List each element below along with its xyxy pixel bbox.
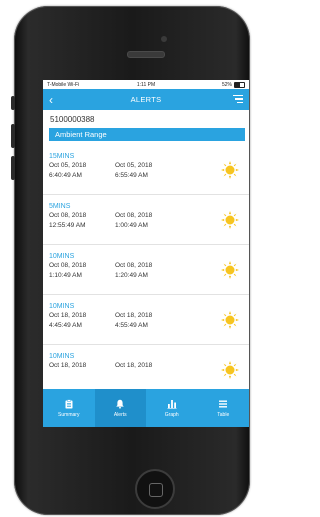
tab-summary[interactable]: Summary: [43, 389, 95, 427]
clock: 1:11 PM: [136, 81, 156, 88]
home-button[interactable]: [135, 469, 175, 509]
alert-end-time: 1:20:49 AM: [115, 272, 148, 279]
sun-icon: [221, 261, 239, 279]
alert-start-date: Oct 18, 2018: [49, 312, 87, 319]
bar-chart-icon: [167, 399, 177, 409]
alert-end-date: Oct 08, 2018: [115, 262, 153, 269]
status-bar: T-Mobile Wi-Fi 1:11 PM 52%: [43, 80, 249, 89]
tab-bar: Summary Alerts Graph Table: [43, 389, 249, 427]
app-screen: T-Mobile Wi-Fi 1:11 PM 52% ‹ ALERTS 5100…: [43, 80, 249, 427]
tab-table[interactable]: Table: [198, 389, 250, 427]
sun-icon: [221, 211, 239, 229]
device-id: 5100000388: [50, 115, 95, 124]
nav-bar: ‹ ALERTS: [43, 89, 249, 110]
volume-down-button: [11, 156, 15, 180]
alert-end-time: 4:55:49 AM: [115, 322, 148, 329]
alert-start-time: 12:55:49 AM: [49, 222, 86, 229]
bell-icon: [116, 399, 125, 409]
alert-duration: 5MINS: [49, 203, 71, 210]
alert-end-time: 6:55:49 AM: [115, 172, 148, 179]
clipboard-icon: [65, 398, 73, 408]
alert-item[interactable]: 10MINS Oct 18, 2018 Oct 18, 2018 4:45:49 …: [43, 295, 249, 345]
alert-duration: 15MINS: [49, 153, 75, 160]
tab-table-label: Table: [217, 411, 230, 418]
alert-end-time: 1:00:49 AM: [115, 222, 148, 229]
menu-icon[interactable]: [233, 95, 243, 105]
tab-summary-label: Summary: [58, 411, 80, 418]
page-title: ALERTS: [130, 95, 162, 104]
alert-start-time: 1:10:49 AM: [49, 272, 82, 279]
alert-duration: 10MINS: [49, 253, 75, 260]
alert-start-date: Oct 05, 2018: [49, 162, 87, 169]
alert-list: 15MINS Oct 05, 2018 Oct 05, 2018 6:40:49 …: [43, 145, 249, 395]
mute-switch: [11, 96, 15, 110]
sun-icon: [221, 361, 239, 379]
alert-start-time: 4:45:49 AM: [49, 322, 82, 329]
alert-end-date: Oct 08, 2018: [115, 212, 153, 219]
alert-start-date: Oct 08, 2018: [49, 262, 87, 269]
alert-end-date: Oct 18, 2018: [115, 312, 153, 319]
alert-end-date: Oct 18, 2018: [115, 362, 153, 369]
volume-up-button: [11, 124, 15, 148]
alert-item[interactable]: 10MINS Oct 08, 2018 Oct 08, 2018 1:10:49 …: [43, 245, 249, 295]
earpiece-speaker: [127, 51, 165, 58]
alert-item[interactable]: 15MINS Oct 05, 2018 Oct 05, 2018 6:40:49 …: [43, 145, 249, 195]
alert-start-date: Oct 18, 2018: [49, 362, 87, 369]
alert-start-time: 6:40:49 AM: [49, 172, 82, 179]
tab-graph[interactable]: Graph: [146, 389, 198, 427]
alert-duration: 10MINS: [49, 353, 75, 360]
list-icon: [219, 400, 228, 407]
tab-alerts-label: Alerts: [113, 411, 127, 418]
battery-icon: [234, 81, 245, 88]
sun-icon: [221, 161, 239, 179]
front-camera: [161, 36, 167, 42]
ambient-range-header: Ambient Range: [49, 128, 245, 141]
tab-graph-label: Graph: [164, 411, 179, 418]
alert-item[interactable]: 10MINS Oct 18, 2018 Oct 18, 2018: [43, 345, 249, 395]
alert-duration: 10MINS: [49, 303, 75, 310]
stage: T-Mobile Wi-Fi 1:11 PM 52% ‹ ALERTS 5100…: [0, 0, 252, 517]
alert-item[interactable]: 5MINS Oct 08, 2018 Oct 08, 2018 12:55:49 …: [43, 195, 249, 245]
sun-icon: [221, 311, 239, 329]
alert-start-date: Oct 08, 2018: [49, 212, 87, 219]
alert-end-date: Oct 05, 2018: [115, 162, 153, 169]
tab-alerts[interactable]: Alerts: [94, 389, 146, 427]
